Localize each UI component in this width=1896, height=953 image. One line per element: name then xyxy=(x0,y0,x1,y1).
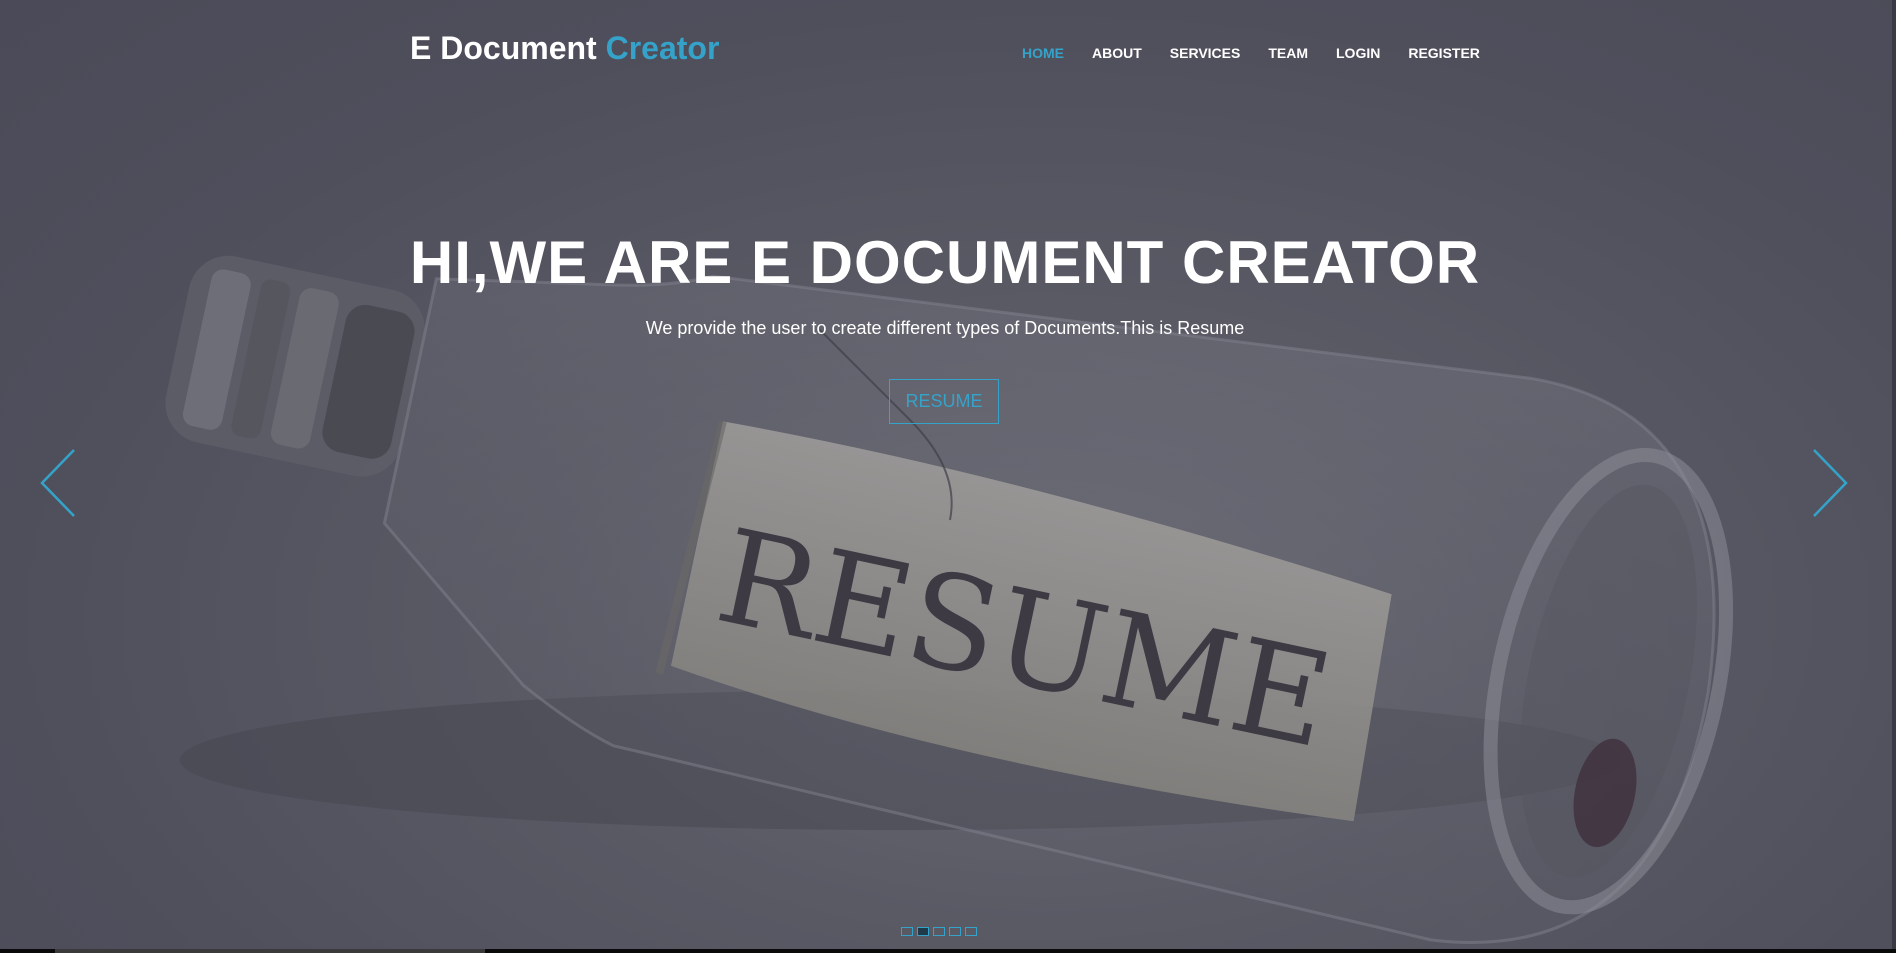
chevron-right-icon xyxy=(1813,449,1848,517)
nav-about[interactable]: ABOUT xyxy=(1092,45,1142,61)
carousel-indicator[interactable] xyxy=(949,927,961,936)
logo-text-accent: Creator xyxy=(605,30,720,66)
main-nav: HOME ABOUT SERVICES TEAM LOGIN REGISTER xyxy=(1022,45,1508,61)
nav-register[interactable]: REGISTER xyxy=(1408,45,1480,61)
horizontal-scrollbar-thumb[interactable] xyxy=(55,949,485,953)
carousel-indicator[interactable] xyxy=(933,927,945,936)
nav-login[interactable]: LOGIN xyxy=(1336,45,1380,61)
carousel-next-button[interactable] xyxy=(1810,448,1850,518)
carousel-prev-button[interactable] xyxy=(38,448,78,518)
bottle-background-image: RESUME xyxy=(165,255,1734,944)
carousel-indicator[interactable] xyxy=(901,927,913,936)
site-logo[interactable]: E Document Creator xyxy=(410,30,719,67)
logo-text-main: E Document xyxy=(410,30,606,66)
carousel-indicators xyxy=(901,927,977,936)
page: RESUME E Document Creator HOME ABOUT SER… xyxy=(0,0,1896,953)
resume-button[interactable]: RESUME xyxy=(889,379,999,424)
vertical-scrollbar[interactable] xyxy=(1892,0,1896,949)
carousel-indicator-active[interactable] xyxy=(917,927,929,936)
nav-services[interactable]: SERVICES xyxy=(1170,45,1241,61)
nav-team[interactable]: TEAM xyxy=(1268,45,1308,61)
nav-home[interactable]: HOME xyxy=(1022,45,1064,61)
hero-subtitle: We provide the user to create different … xyxy=(645,318,1245,338)
carousel-indicator[interactable] xyxy=(965,927,977,936)
hero-slider: RESUME E Document Creator HOME ABOUT SER… xyxy=(0,0,1896,949)
hero-title: HI,WE ARE E DOCUMENT CREATOR xyxy=(409,229,1481,296)
chevron-left-icon xyxy=(40,449,75,517)
